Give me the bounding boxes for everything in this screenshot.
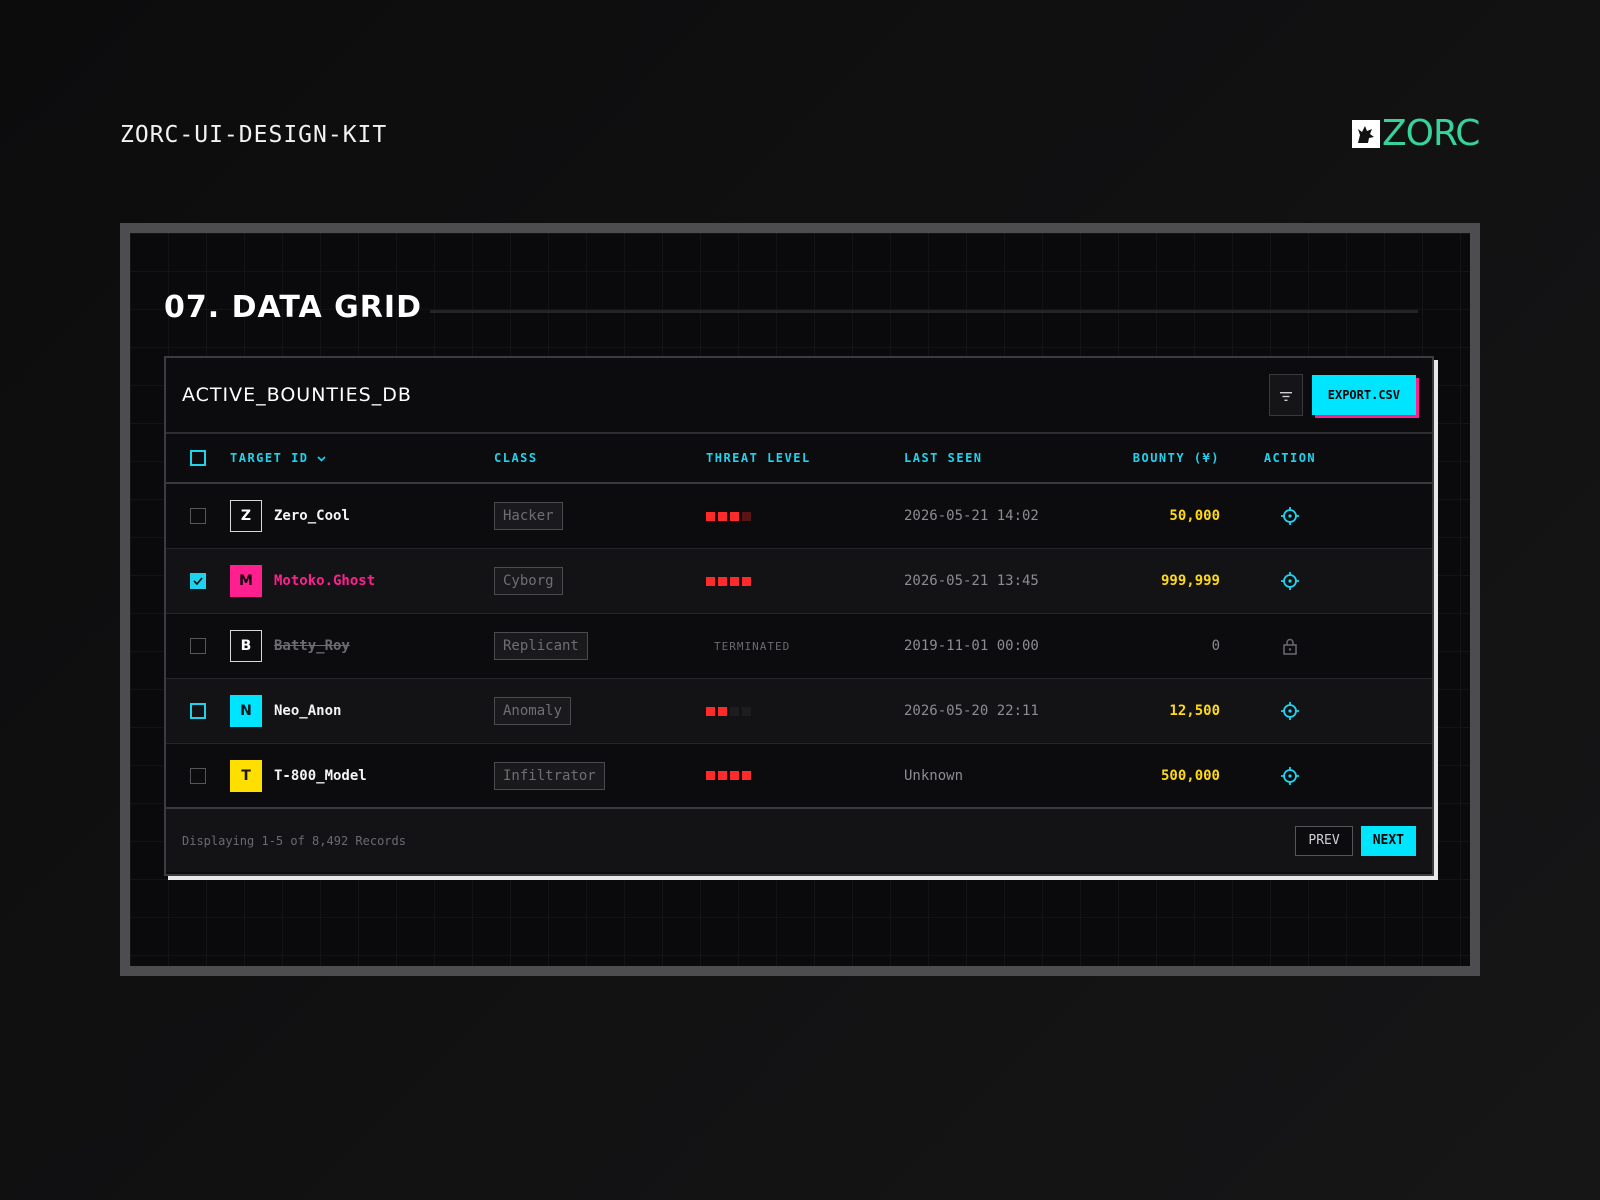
data-table: TARGET ID CLASS THREAT LEVEL LAST SEEN B… bbox=[166, 434, 1432, 809]
crosshair-icon[interactable] bbox=[1281, 702, 1299, 720]
threat-block bbox=[742, 771, 751, 780]
threat-meter bbox=[706, 771, 904, 780]
column-header-class: CLASS bbox=[494, 451, 538, 465]
threat-block bbox=[718, 706, 727, 716]
avatar: Z bbox=[230, 500, 262, 532]
threat-block bbox=[706, 511, 715, 521]
threat-meter bbox=[706, 576, 904, 586]
row-checkbox[interactable] bbox=[190, 767, 206, 784]
last-seen: 2026-05-21 14:02 bbox=[904, 508, 1039, 524]
threat-block bbox=[718, 511, 727, 521]
threat-block bbox=[706, 771, 715, 780]
chevron-down-icon bbox=[316, 451, 326, 465]
threat-meter bbox=[706, 511, 904, 521]
column-header-threat-level: THREAT LEVEL bbox=[706, 451, 811, 465]
threat-block bbox=[742, 706, 751, 716]
threat-block bbox=[718, 576, 727, 586]
threat-block bbox=[742, 511, 751, 521]
row-checkbox[interactable] bbox=[190, 508, 206, 524]
threat-block bbox=[742, 576, 751, 586]
table-row[interactable]: N Neo_Anon Anomaly 2026-05-20 22:11 12,5… bbox=[166, 679, 1432, 744]
filter-button[interactable] bbox=[1268, 374, 1303, 416]
prev-button[interactable]: PREV bbox=[1295, 825, 1353, 856]
sort-target-id[interactable]: TARGET ID bbox=[230, 451, 494, 465]
bounty-value: 50,000 bbox=[1169, 508, 1220, 524]
avatar: B bbox=[230, 630, 262, 662]
records-status: Displaying 1-5 of 8,492 Records bbox=[182, 833, 406, 848]
bounty-value: 12,500 bbox=[1169, 703, 1220, 719]
target-name: Motoko.Ghost bbox=[274, 573, 376, 589]
class-tag: Anomaly bbox=[494, 697, 572, 725]
table-row[interactable]: B Batty_Roy Replicant TERMINATED 2019-11… bbox=[166, 614, 1432, 679]
last-seen: 2026-05-21 13:45 bbox=[904, 573, 1039, 589]
target-name: T-800_Model bbox=[274, 767, 367, 784]
brand-wordmark: ZORC bbox=[1382, 113, 1480, 154]
select-all-checkbox[interactable] bbox=[190, 450, 206, 466]
row-checkbox[interactable] bbox=[190, 573, 206, 589]
table-row[interactable]: Z Zero_Cool Hacker 2026-05-21 14:02 50,0… bbox=[166, 484, 1432, 549]
threat-block bbox=[730, 771, 739, 780]
crosshair-icon[interactable] bbox=[1281, 572, 1299, 590]
section-title: 07. DATA GRID bbox=[164, 290, 422, 325]
target-name: Batty_Roy bbox=[274, 638, 350, 654]
column-header-bounty: BOUNTY (¥) bbox=[1132, 451, 1220, 465]
threat-meter bbox=[706, 706, 904, 716]
target-name: Zero_Cool bbox=[274, 508, 350, 524]
threat-block bbox=[706, 576, 715, 586]
threat-block bbox=[730, 511, 739, 521]
row-checkbox[interactable] bbox=[190, 703, 206, 719]
bounty-value: 500,000 bbox=[1160, 767, 1220, 784]
column-header-action: ACTION bbox=[1263, 451, 1317, 465]
panel-header: ACTIVE_BOUNTIES_DB EXPORT.CSV bbox=[166, 358, 1432, 434]
data-grid-panel: ACTIVE_BOUNTIES_DB EXPORT.CSV TARGET ID bbox=[164, 356, 1434, 876]
next-button[interactable]: NEXT bbox=[1360, 825, 1416, 856]
panel-title: ACTIVE_BOUNTIES_DB bbox=[182, 384, 412, 406]
class-tag: Infiltrator bbox=[494, 761, 605, 790]
row-checkbox[interactable] bbox=[190, 638, 206, 654]
table-row[interactable]: T T-800_Model Infiltrator Unknown 500,00… bbox=[166, 744, 1432, 809]
class-tag: Replicant bbox=[494, 632, 588, 660]
crosshair-icon[interactable] bbox=[1281, 507, 1299, 525]
column-header-target-id: TARGET ID bbox=[230, 451, 309, 465]
title-divider bbox=[430, 310, 1418, 313]
table-header-row: TARGET ID CLASS THREAT LEVEL LAST SEEN B… bbox=[166, 434, 1432, 484]
export-csv-button[interactable]: EXPORT.CSV bbox=[1311, 375, 1416, 415]
wolf-icon bbox=[1352, 120, 1380, 148]
class-tag: Cyborg bbox=[494, 567, 563, 595]
crosshair-icon[interactable] bbox=[1281, 766, 1299, 785]
panel-footer: Displaying 1-5 of 8,492 Records PREV NEX… bbox=[166, 809, 1432, 872]
avatar: T bbox=[230, 759, 262, 792]
threat-block bbox=[730, 576, 739, 586]
table-row[interactable]: M Motoko.Ghost Cyborg 2026-05-21 13:45 9… bbox=[166, 549, 1432, 614]
last-seen: 2026-05-20 22:11 bbox=[904, 703, 1039, 719]
kit-title: ZORC-UI-DESIGN-KIT bbox=[120, 122, 388, 148]
threat-status: TERMINATED bbox=[714, 639, 791, 653]
avatar: N bbox=[230, 695, 262, 727]
lock-icon bbox=[1282, 638, 1298, 655]
avatar: M bbox=[230, 565, 262, 597]
last-seen: Unknown bbox=[904, 767, 964, 784]
filter-icon bbox=[1279, 386, 1292, 405]
brand-logo: ZORC bbox=[1352, 113, 1480, 154]
showcase-frame: 07. DATA GRID ACTIVE_BOUNTIES_DB EXPORT.… bbox=[120, 223, 1480, 976]
threat-block bbox=[718, 771, 727, 780]
last-seen: 2019-11-01 00:00 bbox=[904, 638, 1039, 654]
threat-block bbox=[706, 706, 715, 716]
bounty-value: 0 bbox=[1211, 638, 1220, 654]
threat-block bbox=[730, 706, 739, 716]
bounty-value: 999,999 bbox=[1160, 573, 1220, 589]
column-header-last-seen: LAST SEEN bbox=[904, 451, 983, 465]
target-name: Neo_Anon bbox=[274, 703, 342, 719]
class-tag: Hacker bbox=[494, 502, 563, 530]
